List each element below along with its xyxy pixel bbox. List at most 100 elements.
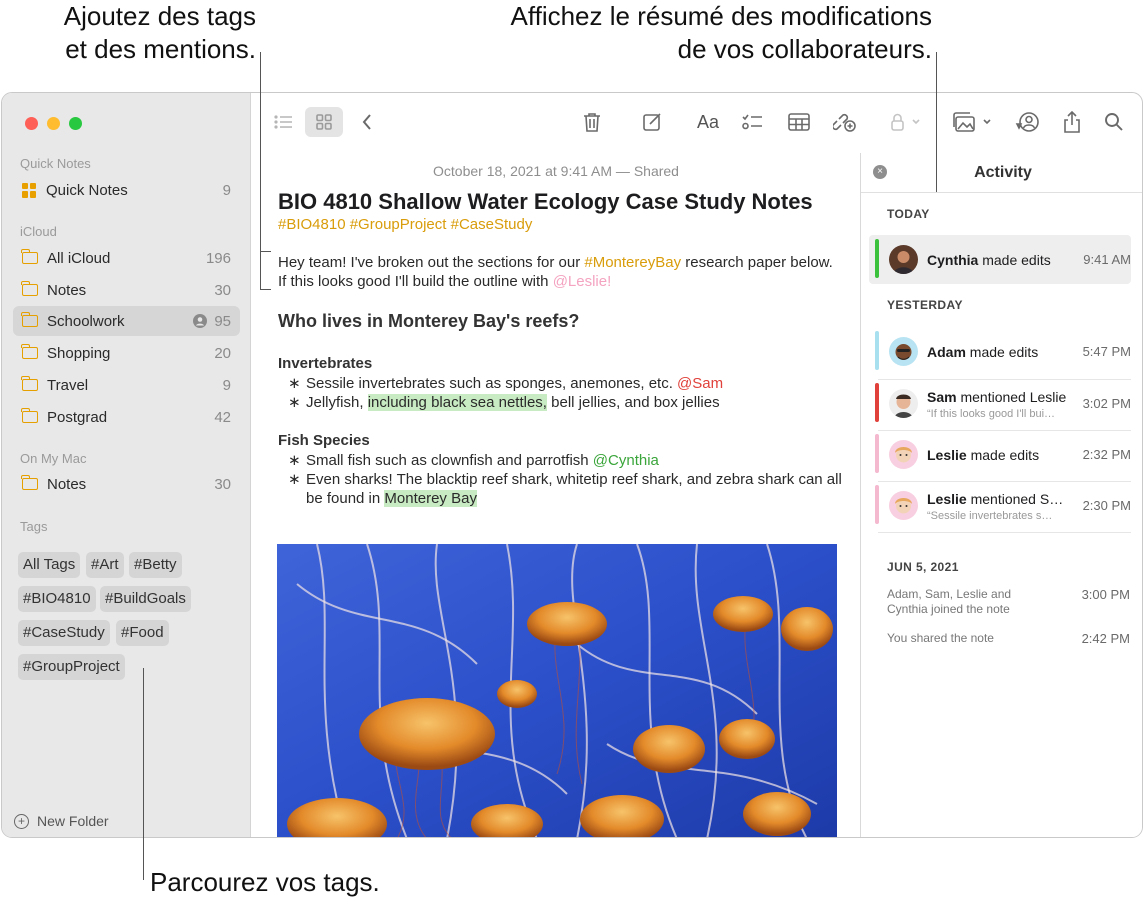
- collaborate-link-icon[interactable]: [830, 107, 860, 137]
- tag-art[interactable]: #Art: [86, 552, 124, 578]
- leader-line: [260, 52, 261, 290]
- shared-person-icon: [193, 314, 208, 328]
- checklist-icon[interactable]: [738, 107, 766, 137]
- highlighted-text: including black sea nettles,: [367, 394, 547, 411]
- activity-joined-text: Adam, Sam, Leslie and Cynthia joined the…: [887, 587, 1011, 617]
- activity-shared-text: You shared the note: [887, 631, 994, 645]
- lock-icon[interactable]: [886, 107, 926, 137]
- activity-line: Adam, Sam, Leslie and: [887, 587, 1012, 601]
- note-editor[interactable]: October 18, 2021 at 9:41 AM — Shared BIO…: [252, 153, 860, 837]
- media-icon[interactable]: [950, 107, 998, 137]
- gallery-view-icon[interactable]: [305, 107, 343, 137]
- quick-notes-grid-icon: [22, 182, 37, 198]
- activity-collab-icon[interactable]: [1012, 107, 1044, 137]
- activity-action: mentioned Leslie: [956, 389, 1067, 405]
- activity-text: Leslie mentioned Sam: [927, 491, 1067, 507]
- share-icon[interactable]: [1058, 107, 1086, 137]
- inline-tag[interactable]: #MontereyBay: [584, 254, 681, 271]
- activity-item-leslie-edits[interactable]: Leslie made edits 2:32 PM: [869, 430, 1131, 479]
- new-folder-label: New Folder: [37, 813, 109, 829]
- jellyfish-photo[interactable]: [277, 544, 837, 837]
- collaborator-color-bar: [875, 434, 879, 473]
- day-heading-yesterday: YESTERDAY: [887, 298, 963, 312]
- sidebar-item-schoolwork[interactable]: Schoolwork 95: [13, 306, 240, 336]
- note-tags[interactable]: #BIO4810 #GroupProject #CaseStudy: [278, 216, 532, 233]
- activity-item-cynthia[interactable]: Cynthia made edits 9:41 AM: [869, 235, 1131, 284]
- folder-icon: [21, 344, 38, 359]
- collaborator-color-bar: [875, 331, 879, 370]
- tag-bio4810[interactable]: #BIO4810: [18, 586, 96, 612]
- activity-action: mentioned Sam: [966, 491, 1067, 507]
- note-intro: Hey team! I've broken out the sections f…: [278, 253, 838, 291]
- section-heading-quick-notes: Quick Notes: [20, 156, 91, 171]
- avatar-sam: [889, 389, 918, 418]
- back-chevron-icon[interactable]: [355, 107, 379, 137]
- toolbar: Aa: [252, 93, 1142, 153]
- minimize-window-button[interactable]: [47, 117, 60, 130]
- collaborator-color-bar: [875, 239, 879, 278]
- collaborator-name: Adam: [927, 344, 966, 360]
- sidebar-item-travel[interactable]: Travel 9: [13, 370, 240, 400]
- collaborator-name: Leslie: [927, 491, 967, 507]
- bullet-text: Small fish such as clownfish and parrotf…: [306, 452, 593, 469]
- collaborator-name: Sam: [927, 389, 957, 405]
- zoom-window-button[interactable]: [69, 117, 82, 130]
- activity-text: Adam made edits: [927, 344, 1067, 360]
- list-item: ∗ Small fish such as clownfish and parro…: [288, 451, 848, 470]
- sidebar-item-mac-notes[interactable]: Notes 30: [13, 469, 240, 499]
- list-item: ∗ Jellyfish, including black sea nettles…: [288, 393, 848, 412]
- tag-casestudy[interactable]: #CaseStudy: [18, 620, 110, 646]
- list-view-icon[interactable]: [270, 107, 298, 137]
- close-window-button[interactable]: [25, 117, 38, 130]
- sidebar-item-notes[interactable]: Notes 30: [13, 275, 240, 305]
- activity-snippet: “Sessile invertebrates such as sponges”: [927, 510, 1057, 522]
- mention-cynthia[interactable]: @Cynthia: [593, 452, 659, 469]
- tag-all-tags[interactable]: All Tags: [18, 552, 81, 578]
- compose-icon[interactable]: [638, 107, 666, 137]
- sidebar-item-label: Notes: [47, 475, 87, 493]
- sidebar-item-label: Postgrad: [47, 408, 108, 426]
- tag-buildgoals[interactable]: #BuildGoals: [100, 586, 191, 612]
- sidebar-item-count: 9: [222, 376, 231, 394]
- sidebar-item-count: 20: [214, 344, 231, 362]
- format-text-icon[interactable]: Aa: [692, 107, 724, 137]
- mention-leslie[interactable]: @Leslie!: [553, 273, 612, 290]
- collaborator-color-bar: [875, 485, 879, 524]
- sidebar-item-label: Notes: [47, 281, 87, 299]
- activity-item-leslie-mention[interactable]: Leslie mentioned Sam “Sessile invertebra…: [869, 481, 1131, 530]
- activity-item-adam[interactable]: Adam made edits 5:47 PM: [869, 327, 1131, 376]
- bullet-mark: ∗: [288, 394, 301, 411]
- search-icon[interactable]: [1100, 107, 1128, 137]
- tag-food[interactable]: #Food: [116, 620, 169, 646]
- sidebar-item-shopping[interactable]: Shopping 20: [13, 338, 240, 368]
- sidebar-item-count: 95: [214, 312, 231, 330]
- mention-sam[interactable]: @Sam: [677, 375, 723, 392]
- callout-tags-mentions: Ajoutez des tags et des mentions.: [20, 0, 256, 66]
- callout-activity: Affichez le résumé des modifications de …: [420, 0, 933, 66]
- sidebar-item-quick-notes[interactable]: Quick Notes 9: [13, 175, 240, 205]
- tag-groupproject[interactable]: #GroupProject: [18, 654, 125, 680]
- folder-icon: [21, 408, 38, 423]
- collaborator-name: Cynthia: [927, 252, 979, 268]
- leader-tick: [260, 251, 271, 252]
- tag-betty[interactable]: #Betty: [129, 552, 182, 578]
- sidebar-item-postgrad[interactable]: Postgrad 42: [13, 402, 240, 432]
- sidebar-item-label: Shopping: [47, 344, 111, 362]
- leader-tick: [260, 289, 271, 290]
- sidebar-item-label: Travel: [47, 376, 89, 394]
- activity-time: 2:30 PM: [1082, 498, 1131, 513]
- trash-icon[interactable]: [578, 107, 606, 137]
- bullet-mark: ∗: [288, 375, 301, 392]
- activity-line: Cynthia joined the note: [887, 602, 1010, 616]
- table-icon[interactable]: [784, 107, 814, 137]
- notes-window: Quick Notes Quick Notes 9 iCloud All iCl…: [1, 92, 1143, 838]
- sidebar-item-count: 9: [222, 181, 231, 199]
- new-folder-button[interactable]: + New Folder: [14, 813, 109, 829]
- sidebar-item-all-icloud[interactable]: All iCloud 196: [13, 243, 240, 273]
- activity-item-sam[interactable]: Sam mentioned Leslie “If this looks good…: [869, 379, 1131, 428]
- bullet-text: bell jellies, and box jellies: [546, 394, 720, 411]
- folder-icon: [21, 249, 38, 264]
- day-heading-today: TODAY: [887, 207, 930, 221]
- activity-header: × Activity: [861, 153, 1142, 193]
- activity-time: 3:00 PM: [1081, 587, 1130, 602]
